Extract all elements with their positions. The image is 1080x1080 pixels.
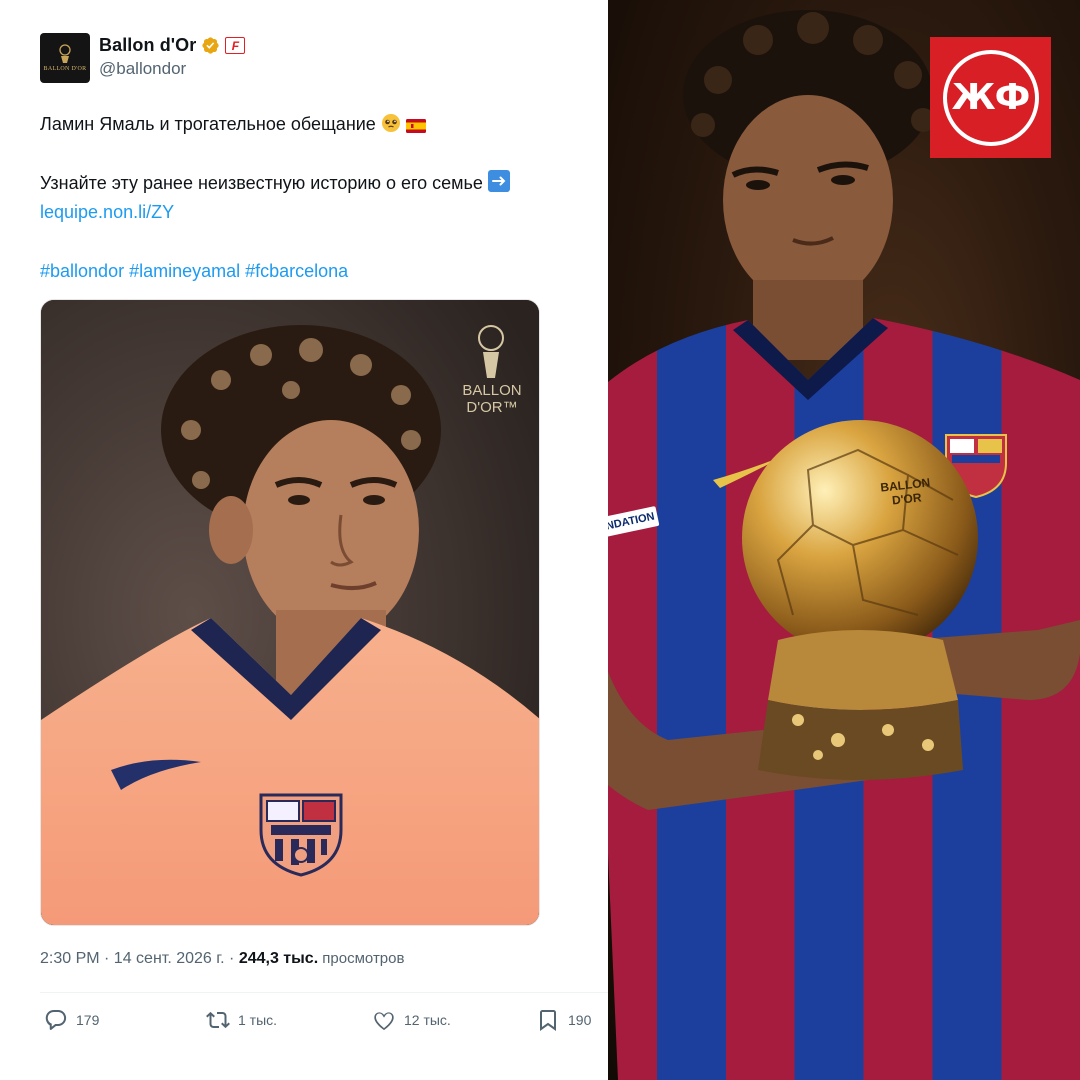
logo-text: ЖФ (951, 77, 1031, 118)
arrow-right-icon (487, 170, 510, 192)
timestamp[interactable]: 2:30 PM · 14 сент. 2026 г. · (40, 950, 239, 967)
reply-count: 179 (76, 1012, 100, 1028)
article-link[interactable]: lequipe.non.li/ZY (40, 202, 174, 222)
tweet-actions: 179 1 тыс. 12 тыс. 190 (44, 1008, 599, 1038)
hashtags[interactable]: #ballondor #lamineyamal #fcbarcelona (40, 261, 348, 281)
bookmark-count: 190 (568, 1012, 592, 1028)
tweet-header: BALLON D'OR Ballon d'Or F @ballondor (40, 33, 246, 83)
tweet-line-1: Ламин Ямаль и трогательное обещание (40, 114, 376, 134)
tweet-meta: 2:30 PM · 14 сент. 2026 г. · 244,3 тыс. … (40, 950, 404, 968)
avatar-text: BALLON D'OR (43, 65, 87, 72)
avatar[interactable]: BALLON D'OR (40, 33, 90, 83)
divider (40, 992, 608, 993)
pleading-face-emoji (381, 113, 401, 133)
tweet-card: BALLON D'OR Ballon d'Or F @ballondor Лам… (0, 0, 608, 1080)
views-label: просмотров (318, 950, 405, 967)
player-photo: BALLON D'OR ЖФ NDATION (608, 0, 1080, 1080)
display-name[interactable]: Ballon d'Or (99, 35, 196, 56)
bookmark-icon (536, 1008, 560, 1032)
repost-count: 1 тыс. (238, 1012, 278, 1028)
reply-button[interactable]: 179 (44, 1008, 99, 1032)
zhf-logo: ЖФ (930, 37, 1051, 158)
tweet-line-2: Узнайте эту ранее неизвестную историю о … (40, 173, 483, 193)
repost-icon (206, 1008, 230, 1032)
like-count: 12 тыс. (404, 1012, 451, 1028)
spain-flag-emoji (405, 119, 426, 133)
media-brand-text: BALLON D'OR™ (462, 382, 522, 416)
bookmark-button[interactable]: 190 (536, 1008, 591, 1032)
ballon-dor-trophy-icon (59, 43, 71, 63)
handle[interactable]: @ballondor (99, 59, 245, 79)
repost-button[interactable]: 1 тыс. (206, 1008, 277, 1032)
reply-icon (44, 1008, 68, 1032)
affiliate-badge-icon[interactable]: F (225, 37, 246, 54)
player-with-trophy-illustration (608, 10, 1080, 1080)
tweet-text: Ламин Ямаль и трогательное обещание Узна… (40, 110, 585, 286)
like-button[interactable]: 12 тыс. (372, 1008, 451, 1032)
author-names: Ballon d'Or F @ballondor (99, 35, 246, 79)
verified-icon (201, 36, 220, 55)
tweet-media[interactable]: BALLON D'OR™ (40, 299, 540, 926)
like-icon (372, 1008, 396, 1032)
views-count: 244,3 тыс. (238, 950, 319, 967)
